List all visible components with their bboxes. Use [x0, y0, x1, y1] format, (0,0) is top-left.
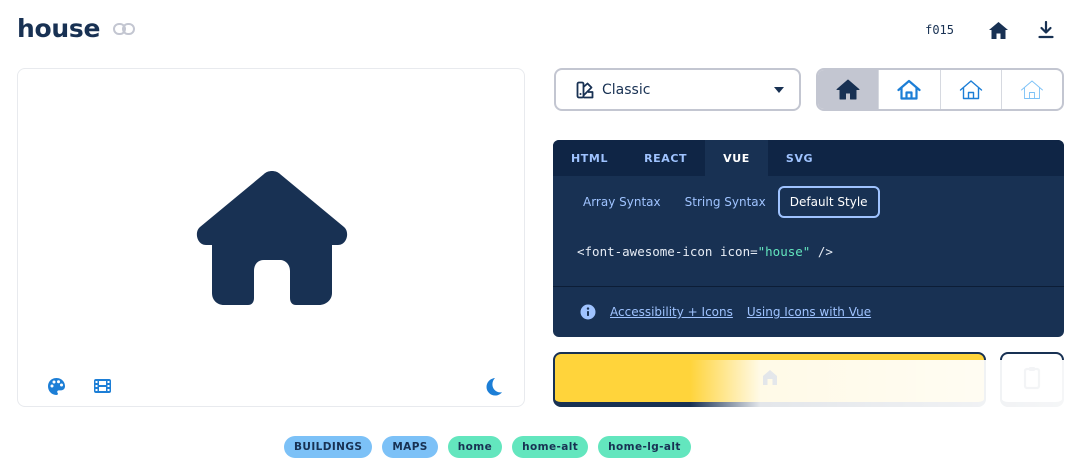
download-icon[interactable] [1034, 18, 1058, 42]
tab-react[interactable]: REACT [626, 140, 705, 176]
unicode-value[interactable]: f015 [925, 23, 954, 37]
house-preview-icon [196, 171, 348, 305]
variant-solid[interactable] [818, 70, 880, 109]
style-swatch-icon [576, 81, 594, 99]
accessibility-link[interactable]: Accessibility + Icons [610, 305, 733, 319]
variant-thin[interactable] [1002, 70, 1062, 109]
syntax-default-button[interactable]: Default Style [777, 186, 880, 218]
house-light-icon [959, 80, 982, 100]
tab-vue[interactable]: VUE [705, 140, 768, 176]
caret-down-icon [773, 86, 785, 94]
icon-tags: BUILDINGS MAPS home home-alt home-lg-alt [284, 436, 691, 458]
link-icon[interactable] [112, 17, 136, 41]
download-button[interactable] [553, 352, 986, 407]
tab-svg[interactable]: SVG [768, 140, 831, 176]
house-solid-icon [836, 79, 860, 100]
code-snippet[interactable]: <font-awesome-icon icon="house" /> [577, 244, 833, 259]
house-regular-icon [897, 79, 921, 100]
house-icon[interactable] [986, 18, 1010, 42]
icon-title-group: house [17, 14, 136, 43]
icon-preview-card [17, 68, 525, 407]
vue-usage-link[interactable]: Using Icons with Vue [747, 305, 871, 319]
tag-category[interactable]: BUILDINGS [284, 436, 373, 458]
code-snippet-panel: HTML REACT VUE SVG Array Syntax String S… [553, 140, 1064, 337]
icon-style-select[interactable]: Classic [554, 68, 801, 111]
film-icon[interactable] [91, 375, 113, 397]
variant-regular[interactable] [879, 70, 941, 109]
code-icon-name: "house" [757, 244, 811, 259]
icon-title: house [17, 14, 101, 43]
copy-glyph-button[interactable] [1000, 352, 1064, 407]
palette-icon[interactable] [45, 375, 67, 397]
code-tabs: HTML REACT VUE SVG [553, 140, 1064, 176]
house-thin-icon [1020, 80, 1043, 99]
tag-alias[interactable]: home [447, 436, 503, 458]
variant-light[interactable] [941, 70, 1002, 109]
style-select-value: Classic [602, 81, 651, 98]
tag-category[interactable]: MAPS [382, 436, 438, 458]
tag-alias[interactable]: home-lg-alt [598, 436, 691, 458]
download-button-icon [759, 367, 781, 389]
syntax-string-button[interactable]: String Syntax [673, 186, 778, 218]
syntax-options: Array Syntax String Syntax Default Style [571, 186, 880, 218]
tab-html[interactable]: HTML [553, 140, 626, 176]
code-prefix: <font-awesome-icon icon= [577, 244, 758, 259]
info-circle-icon [580, 304, 596, 320]
top-actions: f015 [925, 18, 1058, 42]
clipboard-icon [1023, 366, 1041, 390]
code-suffix: /> [810, 244, 833, 259]
moon-icon[interactable] [483, 375, 505, 397]
code-footer: Accessibility + Icons Using Icons with V… [553, 286, 1064, 337]
syntax-array-button[interactable]: Array Syntax [571, 186, 673, 218]
icon-variant-group [816, 68, 1064, 111]
tag-alias[interactable]: home-alt [512, 436, 589, 458]
